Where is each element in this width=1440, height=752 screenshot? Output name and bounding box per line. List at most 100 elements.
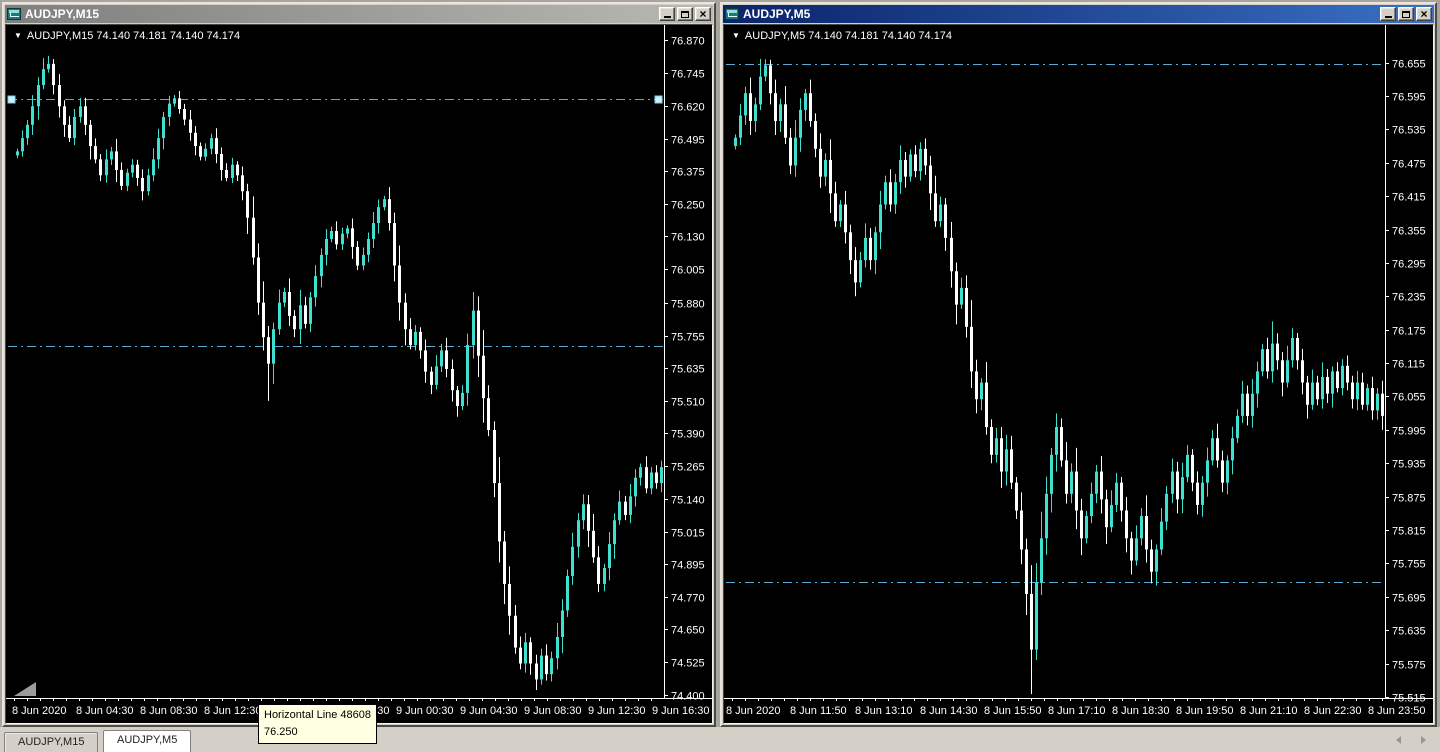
titlebar[interactable]: AUDJPY,M15 × [5, 5, 713, 23]
price-tick-label: 75.635 [671, 364, 705, 376]
axes [6, 25, 712, 701]
price-tick-label: 76.475 [1392, 159, 1426, 171]
time-tick-label: 8 Jun 11:50 [790, 705, 847, 717]
time-tick-label: 8 Jun 13:10 [855, 705, 913, 717]
price-tick-label: 74.895 [671, 560, 705, 572]
price-tick-label: 76.130 [671, 232, 705, 244]
tab-audjpy-m5[interactable]: AUDJPY,M5 [103, 730, 191, 752]
price-tick-label: 74.650 [671, 625, 705, 637]
maximize-button[interactable] [677, 7, 693, 21]
time-tick-label: 8 Jun 08:30 [140, 705, 198, 717]
time-tick-label: 8 Jun 2020 [726, 705, 780, 717]
chart-window-icon [725, 8, 739, 20]
candlestick-series [734, 59, 1384, 694]
chart-canvas-m15[interactable]: 76.87076.74576.62076.49576.37576.25076.1… [5, 24, 713, 724]
price-tick-label: 75.815 [1392, 526, 1426, 538]
price-tick-label: 75.875 [1392, 493, 1426, 505]
price-tick-label: 76.495 [671, 135, 705, 147]
time-tick-label: 8 Jun 12:30 [204, 705, 262, 717]
price-tick-label: 75.755 [1392, 559, 1426, 571]
time-tick-label: 8 Jun 15:50 [984, 705, 1042, 717]
price-tick-label: 76.415 [1392, 192, 1426, 204]
line-handle[interactable] [8, 96, 15, 103]
maximize-icon [681, 11, 689, 18]
price-tick-label: 75.390 [671, 429, 705, 441]
legend-text: AUDJPY,M5 74.140 74.181 74.140 74.174 [745, 30, 952, 42]
time-tick-label: 9 Jun 00:30 [396, 705, 454, 717]
price-tick-label: 75.935 [1392, 459, 1426, 471]
window-title: AUDJPY,M15 [25, 7, 655, 21]
scroll-right-arrow-icon[interactable] [1421, 736, 1426, 744]
candlestick-series [16, 56, 663, 690]
price-tick-label: 76.655 [1392, 59, 1426, 71]
time-tick-label: 8 Jun 23:50 [1368, 705, 1426, 717]
object-tooltip: Horizontal Line 48608 76.250 [258, 704, 377, 744]
minimize-icon [1385, 8, 1392, 18]
tooltip-object-name: Horizontal Line 48608 [264, 707, 371, 724]
window-title: AUDJPY,M5 [743, 7, 1376, 21]
price-tick-label: 74.400 [671, 691, 705, 703]
price-tick-label: 76.595 [1392, 92, 1426, 104]
chart-window-icon [7, 8, 21, 20]
time-tick-label: 8 Jun 2020 [12, 705, 66, 717]
price-tick-label: 75.880 [671, 299, 705, 311]
time-tick-label: 8 Jun 22:30 [1304, 705, 1362, 717]
price-tick-label: 75.510 [671, 397, 705, 409]
price-tick-label: 76.115 [1392, 359, 1425, 371]
maximize-button[interactable] [1398, 7, 1414, 21]
titlebar[interactable]: AUDJPY,M5 × [723, 5, 1434, 23]
price-tick-label: 76.235 [1392, 292, 1426, 304]
minimize-icon [664, 8, 671, 18]
legend-text: AUDJPY,M15 74.140 74.181 74.140 74.174 [27, 30, 240, 42]
price-tick-label: 75.695 [1392, 593, 1426, 605]
price-tick-label: 75.515 [1392, 693, 1426, 705]
candlestick-chart-m15[interactable]: 76.87076.74576.62076.49576.37576.25076.1… [6, 25, 712, 723]
caret-down-icon: ▼ [14, 32, 22, 40]
caret-down-icon: ▼ [732, 32, 740, 40]
price-tick-label: 75.575 [1392, 660, 1426, 672]
price-tick-label: 76.620 [671, 102, 705, 114]
maximize-icon [1402, 11, 1410, 18]
price-tick-label: 76.250 [671, 200, 705, 212]
price-tick-label: 75.015 [671, 528, 705, 540]
chart-window-m15: AUDJPY,M15 × 76.87076.74576.62076.49576.… [2, 2, 716, 727]
price-tick-label: 76.535 [1392, 125, 1426, 137]
time-tick-label: 8 Jun 18:30 [1112, 705, 1170, 717]
time-tick-label: 8 Jun 19:50 [1176, 705, 1234, 717]
tab-audjpy-m15[interactable]: AUDJPY,M15 [4, 732, 98, 752]
price-tick-label: 76.295 [1392, 259, 1426, 271]
price-tick-label: 76.175 [1392, 326, 1426, 338]
price-tick-label: 75.635 [1392, 626, 1426, 638]
chart-legend: ▼ AUDJPY,M5 74.140 74.181 74.140 74.174 [732, 30, 952, 42]
time-tick-label: 9 Jun 12:30 [588, 705, 646, 717]
price-tick-label: 76.005 [671, 265, 705, 277]
time-tick-label: 8 Jun 14:30 [920, 705, 978, 717]
price-tick-label: 76.375 [671, 167, 705, 179]
line-handle[interactable] [655, 96, 662, 103]
scroll-left-arrow-icon[interactable] [1396, 736, 1401, 744]
scroll-shift-marker [14, 682, 36, 696]
chart-canvas-m5[interactable]: 76.655 76.595 76.535 76.475 76.415 76.355 76.2… [723, 24, 1434, 724]
time-tick-label: 8 Jun 21:10 [1240, 705, 1298, 717]
close-icon: × [699, 9, 706, 19]
tooltip-object-value: 76.250 [264, 724, 371, 741]
close-icon: × [1420, 9, 1427, 19]
candlestick-chart-m5[interactable]: 76.655 76.595 76.535 76.475 76.415 76.355 76.2… [724, 25, 1433, 723]
axes [724, 25, 1433, 701]
price-tick-label: 75.755 [671, 332, 705, 344]
close-button[interactable]: × [1416, 7, 1432, 21]
time-tick-label: 9 Jun 08:30 [524, 705, 582, 717]
chart-legend: ▼ AUDJPY,M15 74.140 74.181 74.140 74.174 [14, 30, 240, 42]
time-tick-label: 8 Jun 17:10 [1048, 705, 1106, 717]
time-tick-label: 9 Jun 04:30 [460, 705, 518, 717]
chart-tab-bar: AUDJPY,M15 AUDJPY,M5 [0, 727, 1440, 752]
price-tick-label: 76.355 [1392, 226, 1426, 238]
price-tick-label: 74.770 [671, 593, 705, 605]
price-tick-label: 75.265 [671, 462, 705, 474]
close-button[interactable]: × [695, 7, 711, 21]
minimize-button[interactable] [659, 7, 675, 21]
price-tick-label: 74.525 [671, 658, 705, 670]
price-tick-label: 76.870 [671, 36, 705, 48]
minimize-button[interactable] [1380, 7, 1396, 21]
time-tick-label: 9 Jun 16:30 [652, 705, 710, 717]
